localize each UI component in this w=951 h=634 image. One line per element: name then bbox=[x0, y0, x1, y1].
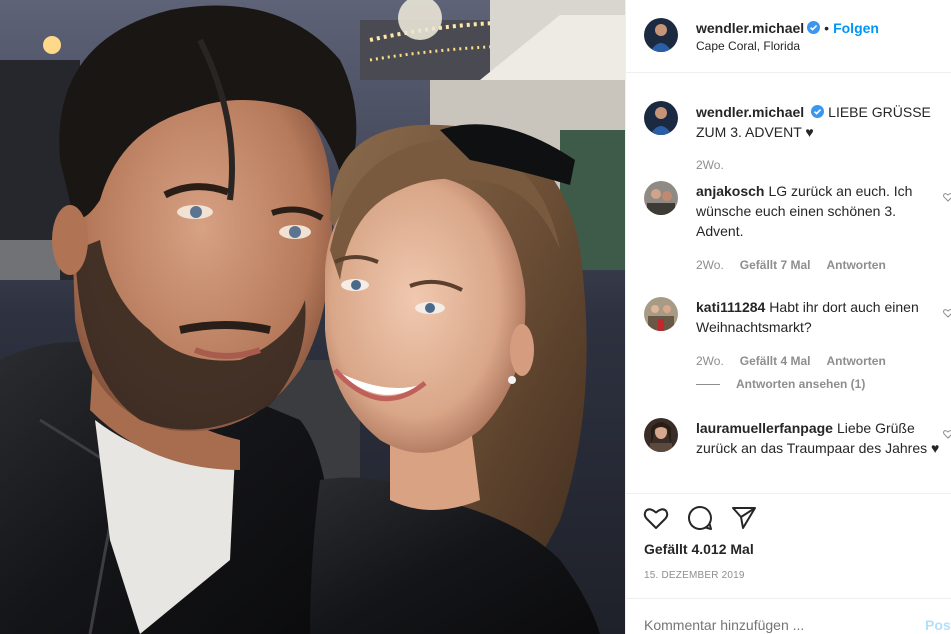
comment-input[interactable] bbox=[644, 617, 914, 633]
instagram-post-modal: wendler.michael • Folgen Cape Coral, Flori… bbox=[0, 0, 951, 634]
comment-like-icon[interactable] bbox=[943, 308, 951, 318]
selfie-couple-image bbox=[0, 0, 625, 634]
caption: wendler.michael LIEBE GRÜSSE ZUM 3. ADVEN… bbox=[696, 102, 946, 142]
caption-avatar-image bbox=[644, 101, 678, 135]
caption-avatar[interactable] bbox=[644, 101, 678, 135]
paper-plane-icon[interactable] bbox=[730, 504, 758, 532]
comment-like-icon[interactable] bbox=[943, 429, 951, 439]
reply-button[interactable]: Antworten bbox=[826, 258, 885, 272]
author-avatar[interactable] bbox=[644, 18, 678, 52]
comment-avatar[interactable] bbox=[644, 418, 678, 452]
post-side-panel: wendler.michael • Folgen Cape Coral, Flori… bbox=[625, 0, 951, 634]
caption-verified-badge-icon bbox=[811, 105, 825, 118]
actions-divider bbox=[626, 493, 951, 494]
comment-username[interactable]: kati111284 bbox=[696, 299, 765, 315]
comment-time[interactable]: 2Wo. bbox=[696, 354, 724, 368]
verified-badge-icon bbox=[807, 21, 821, 34]
post-actions bbox=[642, 504, 774, 534]
comment: anjakosch LG zurück an euch. Ich wünsche … bbox=[696, 181, 946, 241]
caption-time[interactable]: 2Wo. bbox=[696, 158, 724, 172]
commenter-avatar-image bbox=[644, 181, 678, 215]
author-username[interactable]: wendler.michael bbox=[696, 20, 804, 36]
heart-outline-icon[interactable] bbox=[642, 504, 670, 532]
comment-username[interactable]: lauramuellerfanpage bbox=[696, 420, 833, 436]
comment-username[interactable]: anjakosch bbox=[696, 183, 764, 199]
author-avatar-image bbox=[644, 18, 678, 52]
location-link[interactable]: Cape Coral, Florida bbox=[696, 38, 936, 54]
follow-button[interactable]: Folgen bbox=[833, 20, 879, 36]
comment: lauramuellerfanpage Liebe Grüße zurück an… bbox=[696, 418, 946, 458]
post-header: wendler.michael • Folgen Cape Coral, Flori… bbox=[696, 18, 936, 54]
comment-avatar[interactable] bbox=[644, 181, 678, 215]
follow-separator: • bbox=[824, 20, 830, 36]
comment-likes[interactable]: Gefällt 7 Mal bbox=[740, 258, 811, 272]
speech-bubble-icon[interactable] bbox=[686, 504, 714, 532]
comment: kati111284 Habt ihr dort auch einen Weihn… bbox=[696, 297, 946, 337]
comment-like-icon[interactable] bbox=[943, 192, 951, 202]
view-replies-button[interactable]: Antworten ansehen (1) bbox=[696, 376, 865, 392]
post-photo[interactable] bbox=[0, 0, 625, 634]
likes-count[interactable]: Gefällt 4.012 Mal bbox=[644, 541, 754, 557]
commenter-avatar-image bbox=[644, 297, 678, 331]
reply-button[interactable]: Antworten bbox=[826, 354, 885, 368]
caption-username[interactable]: wendler.michael bbox=[696, 104, 804, 120]
commenter-avatar-image bbox=[644, 418, 678, 452]
comment-meta: 2Wo. Gefällt 4 Mal Antworten bbox=[696, 353, 902, 369]
comment-time[interactable]: 2Wo. bbox=[696, 258, 724, 272]
post-date[interactable]: 15. DEZEMBER 2019 bbox=[644, 570, 745, 581]
input-divider bbox=[626, 598, 951, 599]
replies-divider-line bbox=[696, 384, 720, 386]
comment-meta: 2Wo. Gefällt 7 Mal Antworten bbox=[696, 257, 902, 273]
comment-avatar[interactable] bbox=[644, 297, 678, 331]
post-comment-button[interactable]: Posten bbox=[925, 617, 951, 633]
header-divider bbox=[626, 72, 951, 73]
caption-meta: 2Wo. bbox=[696, 157, 740, 173]
comment-likes[interactable]: Gefällt 4 Mal bbox=[740, 354, 811, 368]
view-replies-label: Antworten ansehen (1) bbox=[736, 377, 866, 391]
